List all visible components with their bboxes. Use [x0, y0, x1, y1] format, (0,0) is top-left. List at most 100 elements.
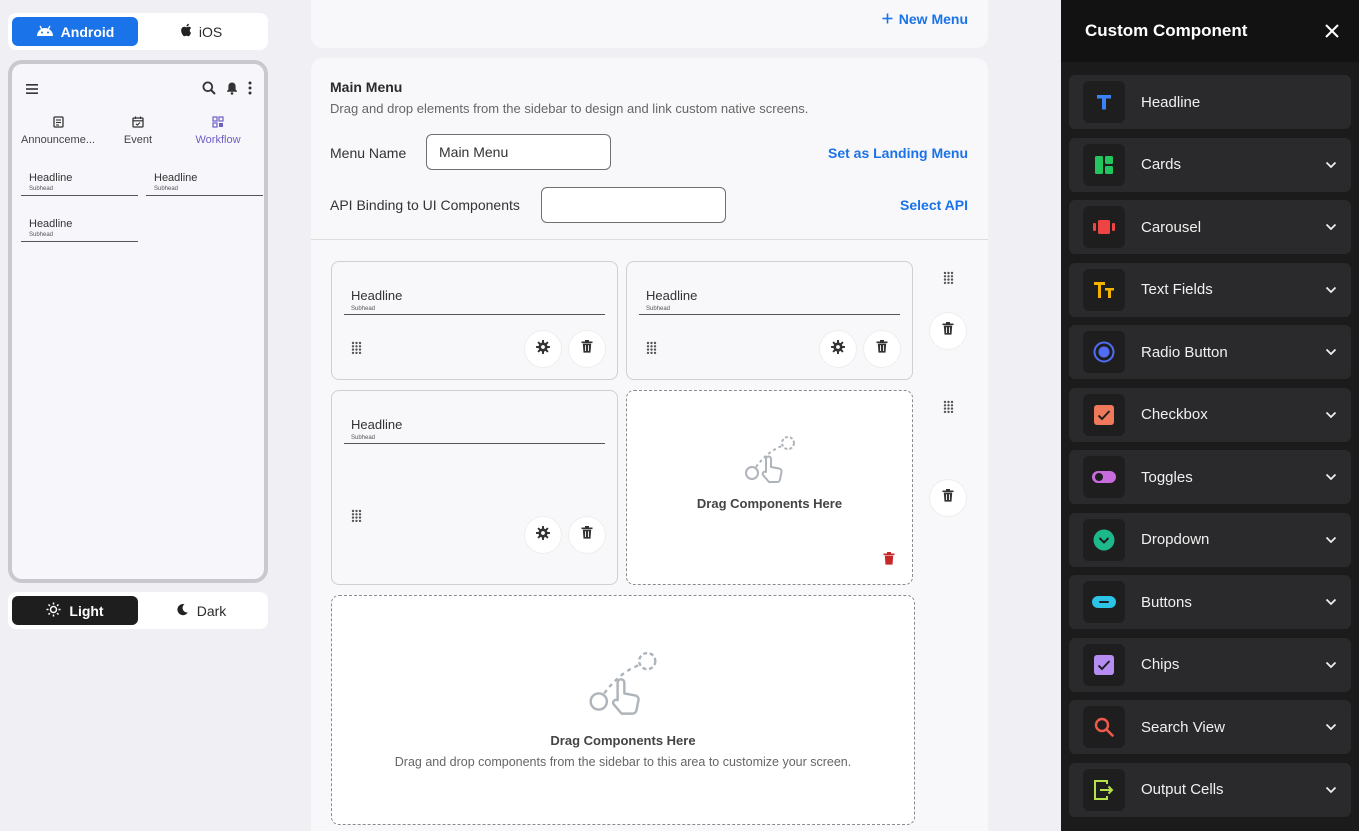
chevron-down-icon[interactable]: [1325, 161, 1337, 169]
menu-name-input[interactable]: [426, 134, 611, 170]
sidebar-title: Custom Component: [1085, 21, 1248, 40]
phone-tab-announcements[interactable]: Announceme...: [18, 116, 98, 146]
sidebar-header: Custom Component: [1061, 0, 1359, 62]
chevron-down-icon[interactable]: [1325, 536, 1337, 544]
close-icon[interactable]: [1325, 24, 1339, 38]
api-binding-input[interactable]: [541, 187, 726, 223]
android-option[interactable]: Android: [12, 17, 138, 46]
phone-tab-event[interactable]: Event: [98, 116, 178, 146]
component-label: Dropdown: [1141, 531, 1210, 548]
dropdown-icon: [1083, 518, 1125, 561]
phone-preview: Announceme... Event Workflow Headline Su…: [8, 60, 268, 583]
chevron-down-icon[interactable]: [1325, 598, 1337, 606]
drop-zone-title: Drag Components Here: [550, 733, 696, 748]
component-item-headline[interactable]: Headline: [1069, 75, 1351, 129]
component-item-search-view[interactable]: Search View: [1069, 700, 1351, 754]
phone-card[interactable]: Headline Subhead: [146, 172, 263, 196]
component-item-toggles[interactable]: Toggles: [1069, 450, 1351, 504]
phone-tab-label: Announceme...: [21, 134, 95, 146]
component-label: Chips: [1141, 656, 1180, 673]
chevron-down-icon[interactable]: [1325, 223, 1337, 231]
dark-label: Dark: [196, 602, 227, 619]
phone-card[interactable]: Headline Subhead: [21, 218, 138, 242]
card-headline-field: Headline Subhead: [344, 417, 605, 444]
new-menu-label: New Menu: [898, 11, 968, 27]
gear-icon: [831, 339, 845, 359]
trash-icon: [581, 526, 593, 544]
divider: [311, 239, 988, 240]
component-item-cards[interactable]: Cards: [1069, 137, 1351, 192]
chevron-down-icon[interactable]: [1325, 473, 1337, 481]
row-drag-handle-icon[interactable]: [941, 270, 955, 286]
component-label: Output Cells: [1141, 781, 1224, 798]
card-subhead: Subhead: [29, 232, 54, 238]
card-subhead: Subhead: [351, 306, 376, 312]
card-headline: Headline: [351, 288, 403, 303]
phone-card[interactable]: Headline Subhead: [21, 172, 138, 196]
row-delete-button[interactable]: [930, 480, 966, 516]
settings-button[interactable]: [820, 331, 856, 367]
component-item-buttons[interactable]: Buttons: [1069, 575, 1351, 629]
component-item-checkbox[interactable]: Checkbox: [1069, 387, 1351, 442]
row-delete-button[interactable]: [930, 313, 966, 349]
component-label: Checkbox: [1141, 406, 1208, 423]
drop-zone-description: Drag and drop components from the sideba…: [394, 755, 852, 769]
component-label: Search View: [1141, 718, 1225, 736]
card-headline-field: Headline Subhead: [639, 288, 900, 315]
drag-handle-icon[interactable]: [644, 340, 658, 356]
component-item-output-cells[interactable]: Output Cells: [1069, 762, 1351, 817]
select-api-link[interactable]: Select API: [900, 197, 968, 213]
gear-icon: [536, 525, 550, 545]
component-label: Carousel: [1141, 218, 1202, 236]
chips-icon: [1083, 643, 1125, 686]
cards-icon: [1083, 143, 1125, 186]
sun-icon: [46, 602, 61, 620]
component-label: Buttons: [1141, 593, 1192, 611]
component-item-text-fields[interactable]: Text Fields: [1069, 262, 1351, 317]
drop-zone-large[interactable]: Drag Components Here Drag and drop compo…: [331, 595, 915, 825]
dark-theme-option[interactable]: Dark: [138, 596, 264, 625]
component-card[interactable]: Headline Subhead: [331, 261, 618, 380]
drag-handle-icon[interactable]: [349, 340, 363, 356]
row-drag-handle-icon[interactable]: [941, 399, 955, 415]
toggle-icon: [1083, 456, 1125, 498]
red-trash-icon[interactable]: [883, 552, 895, 570]
settings-button[interactable]: [525, 331, 561, 367]
drag-handle-icon[interactable]: [349, 508, 363, 524]
apple-icon: [180, 23, 192, 40]
chevron-down-icon[interactable]: [1325, 286, 1337, 294]
more-vert-icon[interactable]: [248, 81, 252, 100]
light-theme-option[interactable]: Light: [12, 596, 138, 625]
chevron-down-icon[interactable]: [1325, 723, 1337, 731]
settings-button[interactable]: [525, 517, 561, 553]
trash-icon: [581, 340, 593, 358]
delete-button[interactable]: [864, 331, 900, 367]
component-item-radio-button[interactable]: Radio Button: [1069, 325, 1351, 379]
search-icon[interactable]: [202, 81, 216, 100]
card-headline: Headline: [351, 417, 403, 432]
delete-button[interactable]: [569, 517, 605, 553]
card-subhead: Subhead: [154, 186, 179, 192]
new-menu-button[interactable]: New Menu: [882, 11, 968, 27]
chevron-down-icon[interactable]: [1325, 661, 1337, 669]
hamburger-menu-icon[interactable]: [26, 81, 38, 99]
chevron-down-icon[interactable]: [1325, 786, 1337, 794]
chevron-down-icon[interactable]: [1325, 348, 1337, 356]
component-item-carousel[interactable]: Carousel: [1069, 200, 1351, 254]
component-card[interactable]: Headline Subhead: [331, 390, 618, 585]
component-item-dropdown[interactable]: Dropdown: [1069, 512, 1351, 567]
delete-button[interactable]: [569, 331, 605, 367]
component-card[interactable]: Headline Subhead: [626, 261, 913, 380]
card-headline: Headline: [646, 288, 698, 303]
drop-zone-small[interactable]: Drag Components Here: [626, 390, 913, 585]
component-item-chips[interactable]: Chips: [1069, 637, 1351, 692]
card-subhead: Subhead: [351, 435, 376, 441]
card-subhead: Subhead: [646, 306, 671, 312]
gear-icon: [536, 339, 550, 359]
phone-tab-workflow[interactable]: Workflow: [178, 116, 258, 146]
set-landing-menu-link[interactable]: Set as Landing Menu: [828, 145, 968, 161]
bell-icon[interactable]: [226, 81, 238, 100]
calendar-icon: [132, 116, 144, 131]
ios-option[interactable]: iOS: [138, 17, 264, 46]
chevron-down-icon[interactable]: [1325, 411, 1337, 419]
